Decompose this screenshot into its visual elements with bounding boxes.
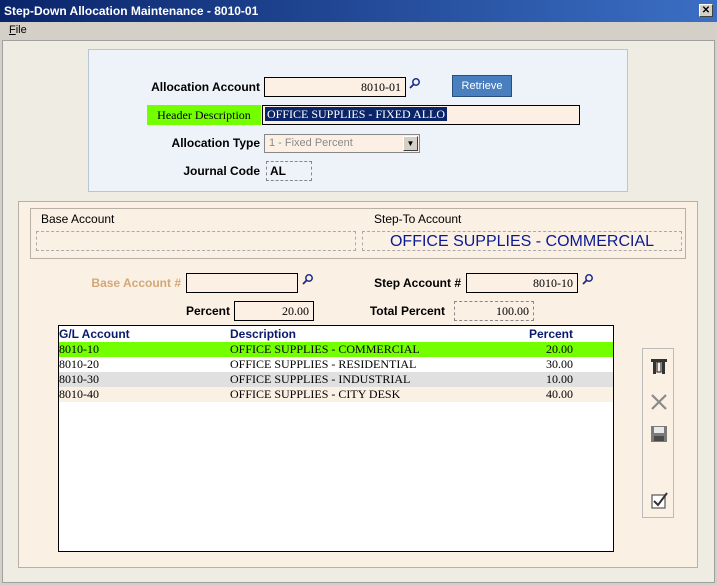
window-title: Step-Down Allocation Maintenance - 8010-… [4,4,259,18]
total-percent-label: Total Percent [369,304,445,318]
row-percent: 40.00 [546,387,573,401]
menu-file-mnemonic: F [9,24,16,36]
base-account-display [36,231,356,251]
step-account-field[interactable]: 8010-10 [466,273,578,293]
allocation-type-value: 1 - Fixed Percent [269,137,353,149]
step-to-account-caption: Step-To Account [374,212,462,226]
menu-file-rest: ile [15,24,27,36]
tools-icon[interactable] [648,355,670,377]
delete-icon[interactable] [648,391,670,413]
journal-code-field[interactable]: AL [266,161,312,181]
header-description-value: OFFICE SUPPLIES - FIXED ALLO [265,107,448,121]
allocation-account-label: Allocation Account [151,80,260,94]
allocation-type-label: Allocation Type [171,136,260,150]
allocation-type-select[interactable]: 1 - Fixed Percent ▼ [264,134,420,153]
title-bar: Step-Down Allocation Maintenance - 8010-… [0,0,717,22]
save-icon[interactable] [648,423,670,445]
percent-label: Percent [185,304,230,318]
table-row[interactable]: 8010-20 OFFICE SUPPLIES - RESIDENTIAL 30… [59,357,613,372]
menu-file[interactable]: File [9,24,27,36]
allocation-account-field[interactable]: 8010-01 [264,77,406,97]
row-description: OFFICE SUPPLIES - COMMERCIAL [230,342,420,356]
row-description: OFFICE SUPPLIES - RESIDENTIAL [230,357,417,371]
table-row[interactable]: 8010-30 OFFICE SUPPLIES - INDUSTRIAL 10.… [59,372,613,387]
retrieve-button[interactable]: Retrieve [452,75,512,97]
row-description: OFFICE SUPPLIES - INDUSTRIAL [230,372,411,386]
base-account-num-label: Base Account # [91,276,181,290]
close-button[interactable]: ✕ [699,4,713,17]
search-icon[interactable] [302,273,314,285]
row-percent: 30.00 [546,357,573,371]
row-description: OFFICE SUPPLIES - CITY DESK [230,387,401,401]
search-icon[interactable] [582,273,594,285]
search-icon[interactable] [409,77,421,89]
table-row[interactable]: 8010-10 OFFICE SUPPLIES - COMMERCIAL 20.… [59,342,613,357]
allocation-grid[interactable]: G/L Account Description Percent 8010-10 … [58,325,614,552]
row-account: 8010-10 [59,342,99,356]
column-header-description[interactable]: Description [230,327,296,341]
column-header-percent[interactable]: Percent [529,327,573,341]
row-percent: 20.00 [546,342,573,356]
total-percent-field: 100.00 [454,301,534,321]
header-description-field[interactable]: OFFICE SUPPLIES - FIXED ALLO [262,105,580,125]
table-row[interactable]: 8010-40 OFFICE SUPPLIES - CITY DESK 40.0… [59,387,613,402]
base-account-num-field[interactable] [186,273,298,293]
checkbox-icon[interactable] [648,489,670,511]
base-account-caption: Base Account [41,212,115,226]
grid-header: G/L Account Description Percent [59,327,613,341]
action-toolbar [642,348,674,518]
menu-bar: File [0,22,717,40]
row-percent: 10.00 [546,372,573,386]
step-to-account-display: OFFICE SUPPLIES - COMMERCIAL [362,231,682,251]
percent-field[interactable]: 20.00 [234,301,314,321]
row-account: 8010-30 [59,372,99,386]
row-account: 8010-20 [59,357,99,371]
column-header-gl-account[interactable]: G/L Account [59,327,130,341]
chevron-down-icon[interactable]: ▼ [403,136,418,151]
header-description-label: Header Description [147,105,261,125]
journal-code-label: Journal Code [183,164,260,178]
row-account: 8010-40 [59,387,99,401]
step-account-label: Step Account # [374,276,461,290]
